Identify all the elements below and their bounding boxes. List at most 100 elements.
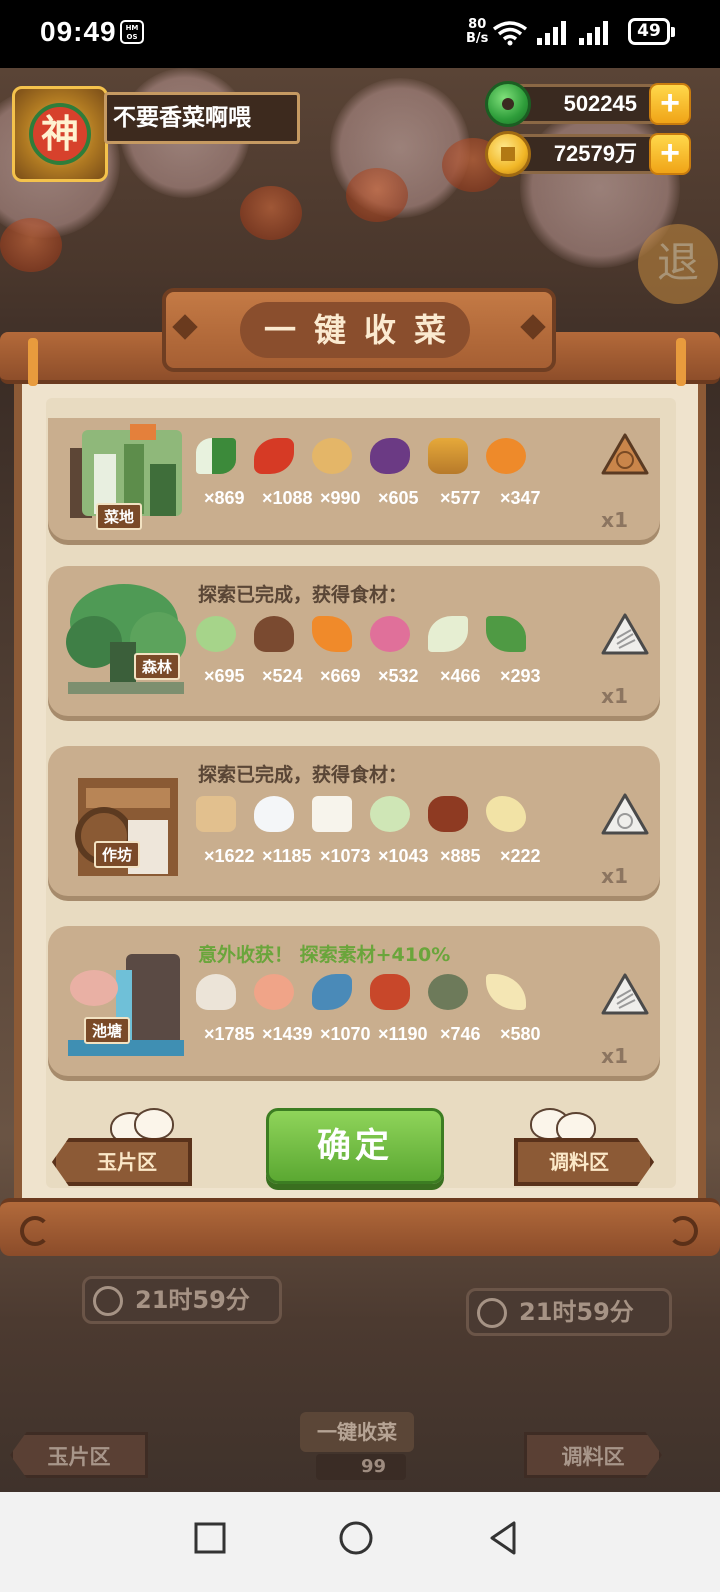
back-icon[interactable] [484,1518,524,1558]
dialog-title: 一键收菜 [240,302,470,358]
bg-jade-zone-sign: 玉片区 [10,1432,148,1478]
network-speed-value: 80 [468,17,487,32]
clam-icon [196,974,236,1010]
diamond-ornament [172,314,198,340]
ingredient-count: ×293 [500,666,541,686]
radish-icon [370,616,410,652]
scene-label: 池塘 [84,1017,131,1044]
bg-seasoning-zone-sign: 调料区 [524,1432,662,1478]
jade-amount: 502245 [563,91,637,116]
triangle-token-icon [601,433,649,475]
status-bar: 09:49 HM OS 80 B/s 49 [0,0,720,68]
triangle-token-icon [601,793,649,835]
add-jade-button[interactable]: + [649,83,691,125]
field-scene-illustration: 菜地 [64,424,188,534]
gold-balance: 72579万 + [485,131,691,177]
harvest-card-forest: 探索已完成，获得食材： 森林 x1 [48,566,660,716]
potato-icon [312,438,352,474]
card-message: 探索已完成，获得食材： [198,764,408,786]
eggplant-icon [370,438,410,474]
sauce-jar-icon [428,796,468,832]
wifi-icon [492,21,528,46]
jade-balance: 502245 + [485,81,691,127]
home-icon[interactable] [336,1518,376,1558]
ingredient-count: ×222 [500,846,541,866]
timer-right: 21时59分 [466,1288,672,1336]
timer-left-text: 21时59分 [135,1286,250,1314]
ingredient-count: ×347 [500,488,541,508]
stone-token-icon [600,792,650,836]
harvest-card-field: 菜地 x1 [48,418,660,540]
ingredient-count: ×1043 [378,846,429,866]
multiplier: x1 [601,684,628,708]
scroll-ornament [668,1216,698,1246]
harvest-card-workshop: 探索已完成，获得食材： 作坊 x1 [48,746,660,896]
gold-coin-icon [485,131,531,177]
triangle-token-icon [601,613,649,655]
clock-icon [477,1298,507,1328]
forest-scene-icon [66,584,186,694]
bg-harvest-count: 99 [316,1454,406,1480]
bronze-token-icon [600,432,650,476]
ingredient-count: ×605 [378,488,419,508]
beam-pin [28,338,38,386]
ingredient-count: ×532 [378,666,419,686]
shrimp-icon [254,974,294,1010]
timer-left: 21时59分 [82,1276,282,1324]
recent-apps-icon[interactable] [190,1518,230,1558]
jade-icon [485,81,531,127]
scene-label: 菜地 [96,503,143,530]
card-message: 探索已完成，获得食材： [198,584,408,606]
ingredient-count: ×1190 [378,1024,428,1044]
gold-amount: 72579万 [553,141,637,166]
player-nickname: 不要香菜啊喂 [104,92,300,144]
stone-token-icon [600,612,650,656]
signal-icon-2 [579,21,608,45]
lantern-decoration [0,218,62,272]
dialog-title-plate: 一键收菜 [162,288,556,372]
forest-scene-illustration: 森林 [64,582,188,694]
diamond-ornament [520,314,546,340]
card-bonus-message: 意外收获！ 探索素材+410% [198,944,451,966]
add-gold-button[interactable]: + [649,133,691,175]
battery-indicator: 49 [628,18,675,45]
mushroom-icon [254,616,294,652]
dialog-bottom-beam [0,1198,720,1256]
jade-zone-button[interactable]: 玉片区 [52,1138,192,1186]
tofu-icon [312,796,352,832]
signal-icon-1 [537,21,566,45]
rice-bowl-icon [254,796,294,832]
pineapple-basket-icon [428,438,468,474]
confirm-button[interactable]: 确定 [266,1108,444,1184]
bg-harvest-all-button: 一键收菜 [300,1412,414,1452]
multiplier: x1 [601,508,628,532]
ingredient-count: ×580 [500,1024,541,1044]
hmos-badge: HM OS [120,20,144,44]
timer-right-text: 21时59分 [519,1298,634,1326]
clock-icon [93,1286,123,1316]
rice-dish-icon [370,796,410,832]
crab-icon [428,974,468,1010]
harvest-card-pond: 意外收获！ 探索素材+410% 池塘 x1 [48,926,660,1076]
scene-label: 作坊 [94,841,141,868]
stone-token-icon [600,972,650,1016]
network-speed: 80 B/s [466,18,488,46]
scroll-ornament [20,1216,50,1246]
chick-decoration [134,1108,174,1140]
multiplier: x1 [601,864,628,888]
pond-scene-illustration: 池塘 [64,948,188,1058]
seasoning-zone-button[interactable]: 调料区 [514,1138,654,1186]
multiplier: x1 [601,1044,628,1068]
orange-icon [486,438,526,474]
beam-pin [676,338,686,386]
scene-label: 森林 [134,653,181,680]
clock-time: 09:49 [40,16,117,47]
cabbage-icon [196,616,236,652]
scallion-icon [196,438,236,474]
lantern-decoration [346,168,408,222]
exit-button[interactable]: 退 [638,224,718,304]
meat-icon [370,974,410,1010]
player-avatar[interactable]: 神 [12,86,108,182]
network-speed-unit: B/s [466,31,489,46]
lantern-decoration [240,186,302,240]
